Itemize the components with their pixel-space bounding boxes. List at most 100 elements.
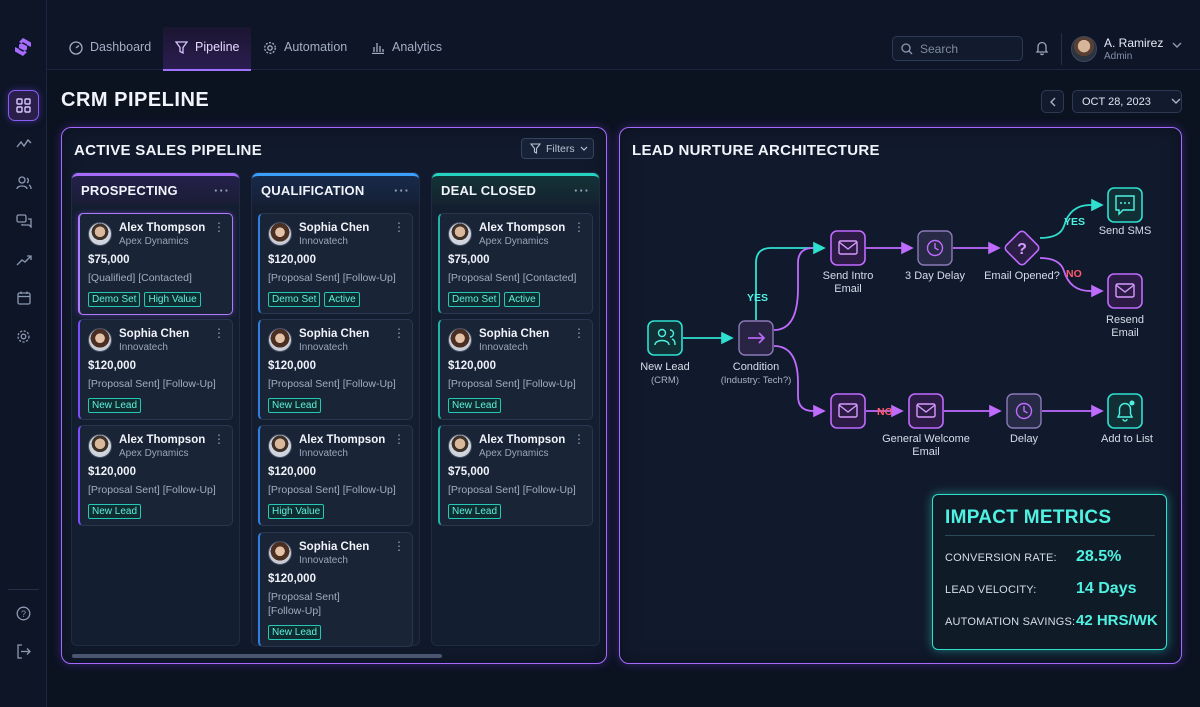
kebab-menu-icon[interactable]: ⋮ (573, 327, 585, 339)
chevron-down-icon[interactable] (1172, 42, 1182, 49)
deal-amount: $75,000 (448, 254, 490, 266)
tab-automation-label: Automation (284, 40, 348, 54)
tag[interactable]: Active (324, 292, 360, 307)
node-no-branch-email[interactable] (830, 393, 866, 429)
tab-pipeline[interactable]: Pipeline (163, 27, 252, 71)
company-name: Apex Dynamics (479, 236, 549, 247)
column-qualification: QUALIFICATION ··· Sophia Chen Innovatech… (251, 172, 420, 647)
tag[interactable]: New Lead (268, 625, 322, 640)
deal-status: [Proposal Sent] [Follow-Up] (268, 378, 396, 390)
company-name: Apex Dynamics (119, 236, 189, 247)
avatar[interactable] (1071, 36, 1097, 62)
node-resend-email[interactable] (1107, 273, 1143, 309)
node-add-to-list[interactable] (1107, 393, 1143, 429)
tag[interactable]: New Lead (448, 504, 502, 519)
search-input[interactable]: Search (892, 36, 1023, 61)
contact-name: Alex Thompson (119, 434, 206, 446)
tab-automation[interactable]: Automation (263, 27, 347, 71)
date-select[interactable]: OCT 28, 2023 (1072, 90, 1182, 113)
kebab-menu-icon[interactable]: ⋮ (393, 221, 405, 233)
sidebar-gear-icon[interactable] (8, 321, 39, 352)
tag-list: New Lead (88, 398, 142, 413)
bell-icon[interactable] (1035, 40, 1049, 56)
kebab-menu-icon[interactable]: ⋮ (393, 540, 405, 552)
sidebar-chat-icon[interactable] (8, 205, 39, 236)
tag-list: New Lead (268, 625, 322, 640)
deal-status: [Proposal Sent] [Contacted] (448, 272, 577, 284)
tag[interactable]: New Lead (268, 398, 322, 413)
node-general-welcome-email[interactable] (908, 393, 944, 429)
node-3-day-delay[interactable] (917, 230, 953, 266)
kebab-menu-icon[interactable]: ⋮ (573, 221, 585, 233)
tag[interactable]: Demo Set (268, 292, 321, 307)
node-condition[interactable] (738, 320, 774, 356)
chevron-left-icon (1050, 97, 1056, 106)
kebab-menu-icon[interactable]: ⋮ (213, 327, 225, 339)
pipeline-panel: ACTIVE SALES PIPELINE Filters PROSPECTIN… (61, 127, 607, 664)
deal-card[interactable]: Sophia Chen Innovatech ⋮ $120,000 [Propo… (258, 319, 413, 420)
sidebar-users-icon[interactable] (8, 167, 39, 198)
tag[interactable]: High Value (268, 504, 325, 519)
date-value: OCT 28, 2023 (1082, 95, 1151, 108)
node-label-delay: Delay (1009, 433, 1039, 445)
svg-text:?: ? (21, 609, 26, 619)
sidebar-calendar-icon[interactable] (8, 282, 39, 313)
kebab-menu-icon[interactable]: ⋮ (213, 221, 225, 233)
company-name: Innovatech (299, 448, 348, 459)
tag[interactable]: New Lead (88, 398, 142, 413)
deal-card[interactable]: Sophia Chen Innovatech ⋮ $120,000 [Propo… (258, 213, 413, 314)
kebab-menu-icon[interactable]: ⋮ (393, 433, 405, 445)
deal-amount: $120,000 (448, 360, 496, 372)
node-label-email-opened: Email Opened? (984, 270, 1060, 282)
node-delay[interactable] (1006, 393, 1042, 429)
deal-card[interactable]: Alex Thompson Apex Dynamics ⋮ $75,000 [P… (438, 425, 593, 526)
tag[interactable]: New Lead (88, 504, 142, 519)
metric-value: 14 Days (1076, 580, 1137, 597)
tab-dashboard[interactable]: Dashboard (69, 27, 151, 71)
tag-list: High Value (268, 504, 325, 519)
tag[interactable]: Demo Set (88, 292, 141, 307)
node-email-opened[interactable]: ? (1004, 230, 1041, 267)
sidebar-activity-icon[interactable] (8, 128, 39, 159)
deal-card[interactable]: Alex Thompson Apex Dynamics ⋮ $75,000 [Q… (78, 213, 233, 315)
metric-value: 28.5% (1076, 548, 1122, 565)
contact-name: Alex Thompson (299, 434, 386, 446)
more-options-icon[interactable]: ··· (394, 183, 410, 198)
logout-icon[interactable] (8, 636, 39, 667)
tag[interactable]: Active (504, 292, 540, 307)
more-options-icon[interactable]: ··· (214, 183, 230, 198)
deal-card[interactable]: Alex Thompson Apex Dynamics ⋮ $120,000 [… (78, 425, 233, 526)
search-icon (901, 42, 913, 54)
sidebar-trend-icon[interactable] (8, 244, 39, 275)
tag[interactable]: New Lead (448, 398, 502, 413)
kebab-menu-icon[interactable]: ⋮ (213, 433, 225, 445)
edge-label-no: NO (877, 406, 893, 418)
date-prev-button[interactable] (1041, 90, 1064, 113)
edge-label-yes: YES (1064, 216, 1085, 228)
node-send-sms[interactable] (1107, 187, 1143, 223)
more-options-icon[interactable]: ··· (574, 183, 590, 198)
kebab-menu-icon[interactable]: ⋮ (393, 327, 405, 339)
tag[interactable]: High Value (144, 292, 201, 307)
deal-card[interactable]: Alex Thompson Innovatech ⋮ $120,000 [Pro… (258, 425, 413, 526)
company-name: Innovatech (299, 342, 348, 353)
node-new-lead[interactable] (647, 320, 683, 356)
deal-card[interactable]: Sophia Chen Innovatech ⋮ $120,000 [Propo… (258, 532, 413, 647)
filters-button[interactable]: Filters (521, 138, 594, 159)
deal-card[interactable]: Sophia Chen Innovatech ⋮ $120,000 [Propo… (438, 319, 593, 420)
contact-name: Alex Thompson (479, 434, 566, 446)
tab-pipeline-label: Pipeline (195, 40, 240, 54)
help-icon[interactable]: ? (8, 598, 39, 629)
deal-card[interactable]: Alex Thompson Apex Dynamics ⋮ $75,000 [P… (438, 213, 593, 314)
deal-status: [Proposal Sent] [Follow-Up] (448, 484, 576, 496)
deal-status: [Proposal Sent] [Follow-Up] (268, 591, 340, 617)
horizontal-scrollbar[interactable] (72, 654, 442, 658)
deal-card[interactable]: Sophia Chen Innovatech ⋮ $120,000 [Propo… (78, 319, 233, 420)
question-icon: ? (1017, 241, 1027, 258)
kebab-menu-icon[interactable]: ⋮ (573, 433, 585, 445)
sidebar-grid-icon[interactable] (8, 90, 39, 121)
tab-analytics[interactable]: Analytics (371, 27, 442, 71)
tag-list: Demo Set Active (448, 292, 540, 307)
tag[interactable]: Demo Set (448, 292, 501, 307)
node-send-intro-email[interactable] (830, 230, 866, 266)
